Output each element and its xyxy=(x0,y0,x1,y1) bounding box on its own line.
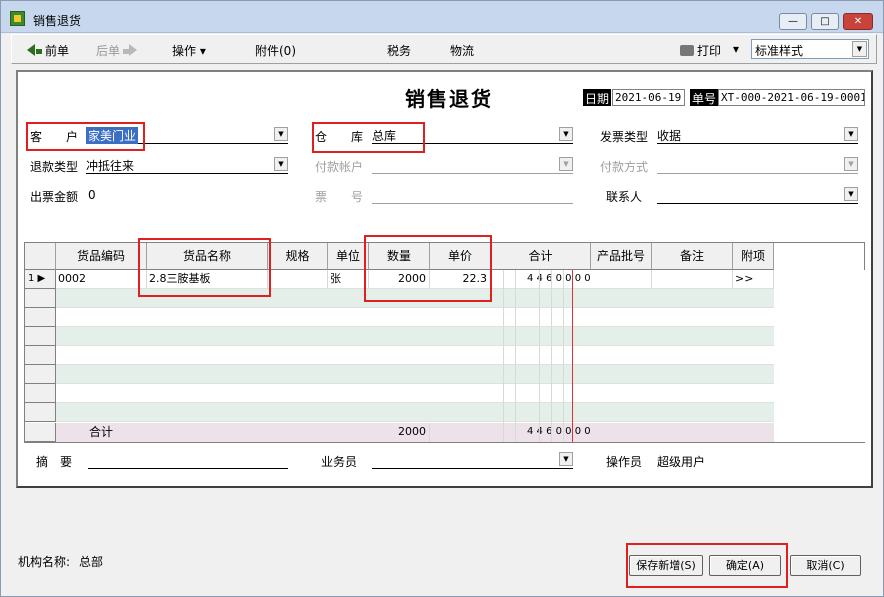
pay-method-label: 付款方式 xyxy=(600,160,649,174)
sum-label: 合计 xyxy=(89,425,114,439)
document-panel: 销售退货 日期 2021-06-19 单号 XT-000-2021-06-19-… xyxy=(16,70,873,488)
invoice-amount-value[interactable]: 0 xyxy=(88,188,96,202)
cell-total: 4 4 6 0 0 0 0 xyxy=(527,273,591,284)
chevron-down-icon: ▼ xyxy=(844,157,858,171)
date-field[interactable]: 2021-06-19 xyxy=(612,89,685,106)
print-style-select[interactable]: 标准样式 ▼ xyxy=(751,39,869,59)
printer-icon xyxy=(680,45,694,56)
memo-label: 摘 要 xyxy=(36,455,73,469)
cell-extra[interactable]: >> xyxy=(733,270,774,289)
doc-no-field[interactable]: XT-000-2021-06-19-0001 xyxy=(718,89,865,106)
operator-value: 超级用户 xyxy=(657,455,706,469)
col-spec-header[interactable]: 规格 xyxy=(268,243,328,270)
invoice-type-label: 发票类型 xyxy=(600,130,649,144)
decimal-divider xyxy=(572,270,573,442)
close-button[interactable]: ✕ xyxy=(843,13,873,30)
refund-type-label: 退款类型 xyxy=(30,160,79,174)
row-header-corner xyxy=(25,243,56,270)
logistics-button[interactable]: 物流 xyxy=(450,42,474,59)
bottom-bar: 机构名称: 总部 保存新增(S) 确定(A) 取消(C) xyxy=(1,494,883,597)
chevron-down-icon[interactable]: ▼ xyxy=(274,157,288,171)
next-doc-button[interactable]: 后单 xyxy=(96,42,138,59)
chevron-down-icon[interactable]: ▼ xyxy=(559,127,573,141)
col-batch-header[interactable]: 产品批号 xyxy=(591,243,652,270)
table-row[interactable] xyxy=(25,384,774,403)
col-unit-header[interactable]: 单位 xyxy=(328,243,369,270)
table-sum-row: 合计 2000 4 4 6 0 0 0 0 xyxy=(25,423,774,442)
prev-doc-button[interactable]: 前单 xyxy=(27,42,69,59)
refund-type-field[interactable]: 冲抵往来 ▼ xyxy=(86,155,288,174)
invoice-type-field[interactable]: 收据 ▼ xyxy=(657,125,858,144)
app-icon xyxy=(10,11,25,26)
cell-note[interactable] xyxy=(652,270,733,289)
salesman-label: 业务员 xyxy=(321,455,358,469)
chevron-down-icon[interactable]: ▼ xyxy=(844,187,858,201)
memo-field[interactable] xyxy=(88,450,288,469)
col-extra-header[interactable]: 附项 xyxy=(733,243,774,270)
date-label: 日期 xyxy=(583,89,612,106)
sum-total: 4 4 6 0 0 0 0 xyxy=(527,426,591,437)
row-header: 1 ▶ xyxy=(25,270,56,289)
org-value: 总部 xyxy=(79,555,104,569)
highlight-qty-price xyxy=(364,235,492,302)
table-row[interactable] xyxy=(25,308,774,327)
minimize-button[interactable]: — xyxy=(779,13,807,30)
org-label: 机构名称: xyxy=(18,555,71,569)
doc-no-label: 单号 xyxy=(690,89,719,106)
print-button[interactable]: 打印 xyxy=(680,42,721,59)
tax-button[interactable]: 税务 xyxy=(387,42,411,59)
ticket-no-label: 票 号 xyxy=(315,190,364,204)
cancel-button[interactable]: 取消(C) xyxy=(790,555,861,576)
table-row[interactable] xyxy=(25,403,774,422)
contact-field[interactable]: ▼ xyxy=(657,185,858,204)
attachments-button[interactable]: 附件(0) xyxy=(255,42,296,59)
cell-batch[interactable] xyxy=(591,270,652,289)
table-row[interactable] xyxy=(25,365,774,384)
maximize-button[interactable]: □ xyxy=(811,13,839,30)
right-arrow-icon xyxy=(129,44,138,56)
chevron-down-icon[interactable]: ▼ xyxy=(844,127,858,141)
chevron-down-icon[interactable]: ▼ xyxy=(274,127,288,141)
highlight-customer xyxy=(26,122,145,151)
title-bar: 销售退货 — □ ✕ xyxy=(1,1,883,33)
cell-unit[interactable]: 张 xyxy=(328,270,369,289)
table-row[interactable] xyxy=(25,346,774,365)
document-title: 销售退货 xyxy=(405,87,493,111)
toolbar: 前单 后单 操作 ▾ 附件(0) 税务 物流 打印 ▾ 标准样式 ▼ xyxy=(11,34,877,64)
col-total-header[interactable]: 合计 xyxy=(491,243,591,270)
operations-menu[interactable]: 操作 ▾ xyxy=(172,42,206,59)
invoice-amount-label: 出票金额 xyxy=(30,190,79,204)
print-options-arrow[interactable]: ▾ xyxy=(733,42,739,56)
cell-spec[interactable] xyxy=(268,270,328,289)
col-code-header[interactable]: 货品编码 xyxy=(56,243,147,270)
highlight-save-confirm xyxy=(626,543,788,588)
pay-method-field: ▼ xyxy=(657,155,858,174)
pay-account-label: 付款帐户 xyxy=(315,160,364,174)
contact-label: 联系人 xyxy=(606,190,643,204)
sales-return-window: 销售退货 — □ ✕ 前单 后单 操作 ▾ 附件(0) 税务 物流 打印 ▾ 标… xyxy=(0,0,884,597)
chevron-down-icon[interactable]: ▼ xyxy=(852,41,867,57)
highlight-goods-name xyxy=(138,238,271,297)
col-note-header[interactable]: 备注 xyxy=(652,243,733,270)
left-arrow-icon xyxy=(27,44,35,56)
salesman-field[interactable]: ▼ xyxy=(372,450,573,469)
table-row[interactable] xyxy=(25,327,774,346)
highlight-warehouse xyxy=(312,122,425,153)
ticket-no-field xyxy=(372,185,573,204)
chevron-down-icon[interactable]: ▼ xyxy=(559,452,573,466)
cell-code[interactable]: 0002 xyxy=(57,270,147,289)
window-title: 销售退货 xyxy=(33,14,82,28)
chevron-down-icon: ▼ xyxy=(559,157,573,171)
pay-account-field: ▼ xyxy=(372,155,573,174)
sum-qty: 2000 xyxy=(369,423,430,442)
operator-label: 操作员 xyxy=(606,455,643,469)
